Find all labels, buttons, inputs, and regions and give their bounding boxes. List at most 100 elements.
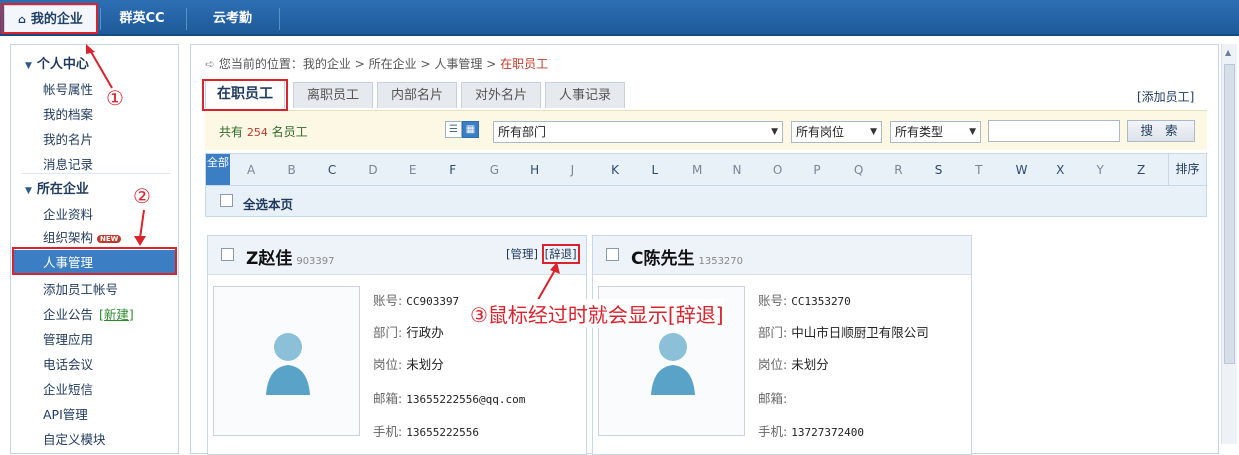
mobile-field: 手机: 13655222556	[373, 424, 480, 439]
position-select[interactable]: 所有岗位 ▼	[791, 121, 882, 143]
chevron-down-icon: ▼	[771, 127, 778, 137]
new-badge: NEW	[97, 234, 122, 243]
sidebar-item-company-info[interactable]: 企业资料	[43, 204, 93, 223]
alpha-letter-l[interactable]: L	[652, 163, 659, 177]
sidebar-item-my-profile[interactable]: 我的档案	[43, 104, 93, 123]
card-actions: [管理] [辞退]	[506, 244, 580, 264]
annotation-step-2: ②	[133, 184, 151, 208]
annotation-step-3: ③鼠标经过时就会显示[辞退]	[470, 299, 724, 328]
sidebar-section-personal[interactable]: ▼ 个人中心	[25, 53, 89, 72]
alpha-all-button[interactable]: 全部	[206, 154, 230, 185]
new-announcement-link[interactable]: [新建]	[99, 307, 134, 322]
alpha-letter-o[interactable]: O	[773, 163, 782, 177]
employee-card: Z赵佳 903397 [管理] [辞退] 账号: CC903397 部门: 行政办…	[207, 235, 587, 455]
grid-view-icon[interactable]: ▦	[462, 121, 479, 138]
annotation-box-enterprise-tab	[1, 3, 98, 34]
alpha-letter-g[interactable]: G	[490, 163, 499, 177]
employee-name: C陈先生 1353270	[631, 249, 744, 269]
breadcrumb-item[interactable]: 人事管理	[434, 57, 482, 71]
sidebar-item-account-props[interactable]: 帐号属性	[43, 79, 93, 98]
tab-external-cards[interactable]: 对外名片	[461, 82, 541, 108]
department-field: 部门: 中山市日顺厨卫有限公司	[758, 325, 929, 340]
alpha-letter-p[interactable]: P	[813, 163, 820, 177]
alpha-letter-r[interactable]: R	[894, 163, 902, 177]
sort-button[interactable]: 排序	[1168, 154, 1206, 185]
collapse-triangle-icon: ▼	[25, 61, 32, 71]
sidebar-item-announcements[interactable]: 企业公告 [新建]	[43, 304, 134, 323]
sidebar-divider	[21, 173, 171, 174]
department-select[interactable]: 所有部门 ▼	[493, 121, 783, 143]
annotation-box-active-tab	[202, 79, 288, 111]
select-all-label: 全选本页	[243, 197, 294, 212]
alpha-letter-k[interactable]: K	[611, 163, 619, 177]
alpha-letter-e[interactable]: E	[409, 163, 417, 177]
alpha-letter-n[interactable]: N	[732, 163, 741, 177]
employee-name: Z赵佳 903397	[246, 249, 335, 269]
alpha-letter-j[interactable]: J	[571, 163, 575, 177]
search-input[interactable]	[988, 120, 1120, 142]
card-header: Z赵佳 903397 [管理] [辞退]	[208, 236, 586, 275]
breadcrumb-item[interactable]: 所在企业	[369, 57, 417, 71]
sidebar-section-enterprise[interactable]: ▼ 所在企业	[25, 178, 89, 197]
tab-internal-cards[interactable]: 内部名片	[377, 82, 457, 108]
card-header: C陈先生 1353270	[593, 236, 971, 275]
top-tab-cc[interactable]: 群英CC	[102, 5, 182, 33]
breadcrumb-item[interactable]: 我的企业	[303, 57, 351, 71]
alpha-letter-a[interactable]: A	[247, 163, 255, 177]
alpha-letter-s[interactable]: S	[935, 163, 943, 177]
alpha-letter-w[interactable]: W	[1016, 163, 1028, 177]
vertical-scrollbar[interactable]: ▲	[1221, 44, 1237, 444]
alpha-letter-b[interactable]: B	[287, 163, 295, 177]
alpha-letter-x[interactable]: X	[1056, 163, 1064, 177]
tab-divider	[100, 8, 101, 30]
sidebar-item-api[interactable]: API管理	[43, 404, 88, 423]
chevron-down-icon: ▼	[870, 127, 877, 137]
alpha-letter-z[interactable]: Z	[1137, 163, 1145, 177]
alpha-letter-q[interactable]: Q	[854, 163, 863, 177]
type-select[interactable]: 所有类型 ▼	[890, 121, 981, 143]
alpha-letter-c[interactable]: C	[328, 163, 336, 177]
tab-hr-records[interactable]: 人事记录	[545, 82, 625, 108]
scroll-up-icon[interactable]: ▲	[1225, 48, 1231, 57]
employee-checkbox[interactable]	[606, 248, 619, 261]
sidebar-item-custom-module[interactable]: 自定义模块	[43, 429, 106, 448]
annotation-step-1: ①	[106, 86, 124, 110]
manage-link[interactable]: [管理]	[506, 247, 538, 261]
fire-link[interactable]: [辞退]	[541, 244, 580, 264]
employee-card: C陈先生 1353270 账号: CC1353270 部门: 中山市日顺厨卫有限公…	[592, 235, 972, 455]
sidebar-item-my-card[interactable]: 我的名片	[43, 129, 93, 148]
search-button[interactable]: 搜 索	[1127, 120, 1195, 142]
position-field: 岗位: 未划分	[373, 357, 444, 372]
breadcrumb: ➪ 您当前的位置：我的企业 > 所在企业 > 人事管理 > 在职员工	[205, 57, 549, 71]
sidebar-item-add-employee-account[interactable]: 添加员工帐号	[43, 279, 118, 298]
main-panel: ➪ 您当前的位置：我的企业 > 所在企业 > 人事管理 > 在职员工 在职员工 …	[190, 44, 1219, 455]
alpha-letter-m[interactable]: M	[692, 163, 702, 177]
account-field: 账号: CC1353270	[758, 293, 851, 308]
select-all-row: 全选本页	[205, 186, 1207, 217]
sidebar-item-sms[interactable]: 企业短信	[43, 379, 93, 398]
alpha-letter-y[interactable]: Y	[1097, 163, 1104, 177]
scroll-thumb[interactable]	[1224, 64, 1235, 364]
sidebar-item-messages[interactable]: 消息记录	[43, 154, 93, 173]
top-tab-attendance[interactable]: 云考勤	[190, 5, 275, 33]
sidebar-item-manage-apps[interactable]: 管理应用	[43, 329, 93, 348]
email-field: 邮箱: 13655222556@qq.com	[373, 391, 526, 406]
collapse-triangle-icon: ▼	[25, 186, 32, 196]
alpha-letter-t[interactable]: T	[975, 163, 982, 177]
list-view-icon[interactable]: ☰	[445, 121, 462, 138]
select-all-checkbox[interactable]	[220, 194, 233, 207]
alpha-letter-d[interactable]: D	[368, 163, 377, 177]
sidebar-item-conference-call[interactable]: 电话会议	[43, 354, 93, 373]
sidebar-item-org-structure[interactable]: 组织架构 NEW	[43, 227, 122, 246]
chevron-down-icon: ▼	[969, 127, 976, 137]
add-employee-link[interactable]: [添加员工]	[1137, 88, 1194, 105]
alpha-letter-h[interactable]: H	[530, 163, 539, 177]
tab-resigned-employees[interactable]: 离职员工	[293, 82, 373, 108]
annotation-box-hr-management	[12, 247, 177, 275]
tab-divider	[186, 8, 187, 30]
top-nav-bar: ⌂ 我的企业 群英CC 云考勤	[0, 0, 1239, 36]
location-arrow-icon: ➪	[205, 57, 216, 71]
department-field: 部门: 行政办	[373, 325, 444, 340]
employee-checkbox[interactable]	[221, 248, 234, 261]
alpha-letter-f[interactable]: F	[449, 163, 456, 177]
